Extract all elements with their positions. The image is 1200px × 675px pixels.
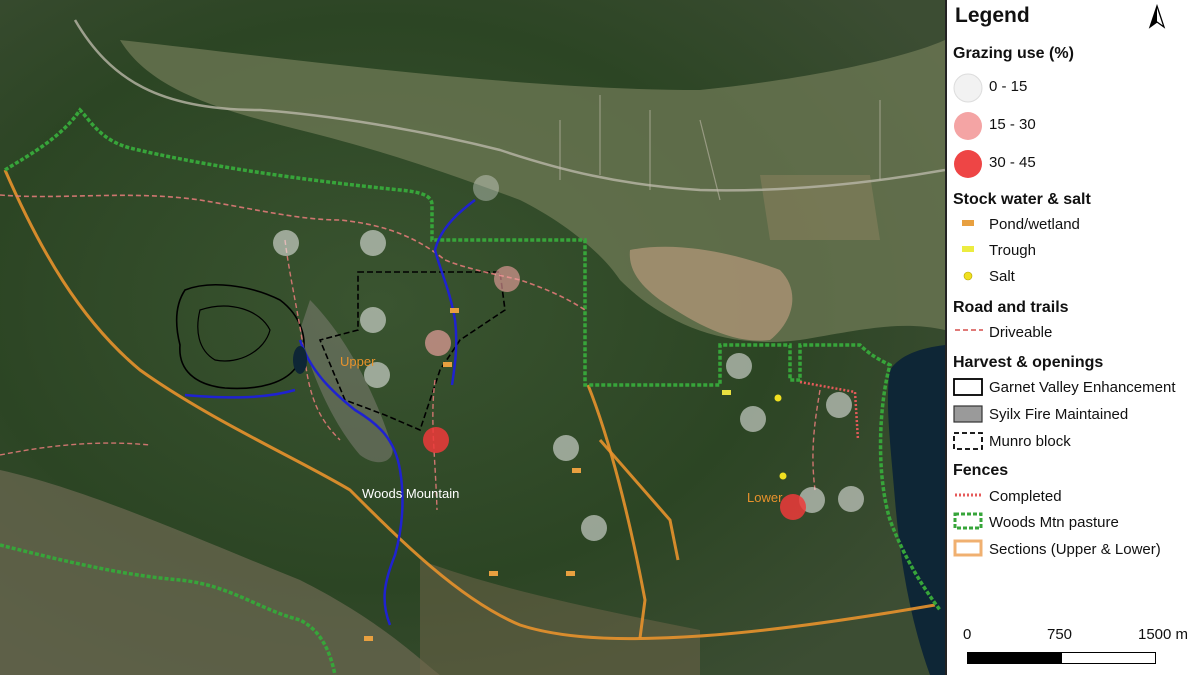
pond-icon	[962, 220, 974, 226]
water-label-trough: Trough	[989, 242, 1036, 259]
pond-icon[interactable]	[450, 308, 459, 313]
driveable-symbol	[955, 329, 983, 331]
water-label-pond: Pond/wetland	[989, 216, 1080, 233]
scale-label-0: 0	[963, 626, 972, 643]
grazing-point-low[interactable]	[740, 406, 766, 432]
salt-icon[interactable]	[779, 472, 787, 480]
munro-block-symbol	[953, 432, 983, 450]
sections-symbol	[953, 539, 983, 557]
harvest-label-garnet: Garnet Valley Enhancement	[989, 379, 1176, 396]
grazing-heading: Grazing use (%)	[953, 45, 1074, 62]
completed-fence-symbol	[955, 493, 983, 497]
water-heading: Stock water & salt	[953, 191, 1091, 208]
grazing-symbol-mid	[954, 112, 982, 140]
pasture-fence-symbol	[953, 512, 983, 530]
pond-icon[interactable]	[443, 362, 452, 367]
roads-label-driveable: Driveable	[989, 324, 1053, 341]
salt-icon	[963, 271, 973, 281]
grazing-point-low[interactable]	[581, 515, 607, 541]
north-arrow-icon	[1148, 4, 1166, 29]
grazing-point-low[interactable]	[826, 392, 852, 418]
map-layout: Upper Lower Woods Mountain Legend Grazin…	[0, 0, 1200, 675]
salt-icon[interactable]	[774, 394, 782, 402]
trough-icon	[962, 246, 974, 252]
pond-icon[interactable]	[364, 636, 373, 641]
syilx-fire-symbol	[953, 405, 983, 423]
legend-title: Legend	[955, 4, 1030, 27]
harvest-heading: Harvest & openings	[953, 354, 1104, 371]
small-lake	[293, 346, 307, 374]
pond-icon[interactable]	[572, 468, 581, 473]
grazing-label-mid: 15 - 30	[989, 116, 1036, 133]
woods-mountain-label: Woods Mountain	[362, 486, 459, 501]
fences-label-completed: Completed	[989, 488, 1062, 505]
scale-bar-segment-2	[1061, 653, 1155, 663]
scale-label-1500: 1500 m	[1138, 626, 1189, 643]
grazing-point-high[interactable]	[423, 427, 449, 453]
map-canvas[interactable]: Upper Lower Woods Mountain	[0, 0, 945, 675]
grazing-point-low[interactable]	[273, 230, 299, 256]
harvest-label-syilx: Syilx Fire Maintained	[989, 406, 1129, 423]
fences-heading: Fences	[953, 462, 1009, 479]
orchard-field	[760, 175, 880, 240]
grazing-point-low[interactable]	[726, 353, 752, 379]
grazing-point-low[interactable]	[838, 486, 864, 512]
grazing-point-mid[interactable]	[425, 330, 451, 356]
grazing-point-mid[interactable]	[494, 266, 520, 292]
map-legend: Legend Grazing use (%) 0 - 15 15 - 30 30…	[945, 0, 1200, 675]
grazing-label-high: 30 - 45	[989, 154, 1036, 171]
fences-label-sections: Sections (Upper & Lower)	[989, 541, 1161, 558]
upper-section-label: Upper	[340, 354, 376, 369]
fences-label-pasture: Woods Mtn pasture	[989, 514, 1119, 531]
grazing-symbol-high	[954, 150, 982, 178]
grazing-point-low[interactable]	[360, 230, 386, 256]
lower-section-label: Lower	[747, 490, 783, 505]
grazing-point-high[interactable]	[780, 494, 806, 520]
map-view[interactable]: Upper Lower Woods Mountain	[0, 0, 945, 675]
grazing-symbol-low	[953, 73, 983, 103]
scale-label-750: 750	[1047, 626, 1073, 643]
scale-bar-segment-1	[968, 653, 1062, 663]
grazing-point-low[interactable]	[473, 175, 499, 201]
water-label-salt: Salt	[989, 268, 1015, 285]
garnet-valley-symbol	[953, 378, 983, 396]
scale-bar	[967, 652, 1156, 664]
grazing-point-low[interactable]	[553, 435, 579, 461]
trough-icon[interactable]	[722, 390, 731, 395]
harvest-label-munro: Munro block	[989, 433, 1071, 450]
pond-icon[interactable]	[489, 571, 498, 576]
pond-icon[interactable]	[566, 571, 575, 576]
roads-heading: Road and trails	[953, 299, 1069, 316]
grazing-point-low[interactable]	[360, 307, 386, 333]
grazing-label-low: 0 - 15	[989, 78, 1028, 95]
